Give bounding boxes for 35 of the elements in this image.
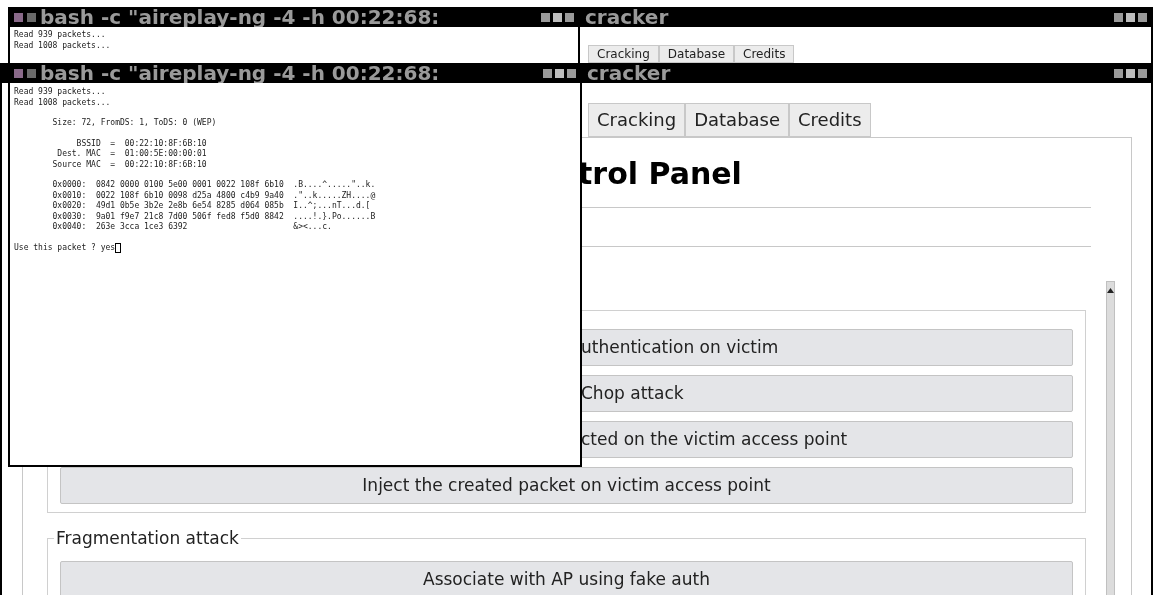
action-button[interactable]: Associate with AP using fake auth [60,561,1073,595]
action-button[interactable]: uthentication on victim [580,329,1073,366]
minimize-icon[interactable] [1114,12,1123,22]
terminal-output: BSSID = 00:22:10:8F:6B:10 Dest. MAC = 01:00:5E:00:00:01 Source MAC = 00:22:10:8F:6B:10 [51,138,207,170]
window-title: cracker [587,63,671,83]
tab[interactable]: Database [685,103,790,137]
maximize-icon[interactable] [1126,12,1135,22]
close-icon[interactable] [567,68,576,78]
maximize-icon[interactable] [553,12,562,22]
tab[interactable]: Database [658,45,735,63]
maximize-icon[interactable] [1126,68,1135,78]
scrollbar[interactable] [1106,281,1115,595]
minimize-icon[interactable] [1114,68,1123,78]
minimize-icon[interactable] [543,68,552,78]
panel-heading: trol Panel [578,156,742,191]
close-icon[interactable] [1138,68,1147,78]
window-title: cracker [585,7,669,27]
action-button[interactable]: Inject the created packet on victim access point [60,467,1073,504]
close-icon[interactable] [1138,12,1147,22]
tab[interactable]: Cracking [588,103,686,137]
action-button[interactable]: Chop attack [580,375,1073,412]
maximize-icon[interactable] [555,68,564,78]
action-button[interactable]: cted on the victim access point [580,421,1073,458]
terminal-output: Use this packet ? yes [14,242,116,253]
group-legend: Fragmentation attack [54,527,241,549]
terminal-output: Size: 72, FromDS: 1, ToDS: 0 (WEP) [51,118,217,129]
terminal-output: 0x0000: 0842 0000 0100 5e00 0001 0022 108f 6b10 .B....^....."..k. 0x0010: 0022 108f 6b10 0098 d25a 4800 c4b9 9a40 ."..k.....ZH....@ 0x0020: 49d1 0b5e 3b2e 2e8b 6e54 8285 d064 085b I..^;...nT...d.[ 0x0030: 9a01 f9e7 21c8 7d00 506f fed8 f5d0 8842 ....!.}.Po......B 0x0040: 263e 3cca 1ce3 6392 &><...c. [51,180,376,233]
tab[interactable]: Credits [734,45,795,63]
cursor-icon [115,242,122,253]
terminal-output: Read 939 packets... Read 1008 packets... [13,29,112,51]
minimize-icon[interactable] [541,12,550,22]
terminal-output: Read 939 packets... Read 1008 packets... [14,87,111,108]
tab[interactable]: Credits [789,103,871,137]
close-icon[interactable] [565,12,574,22]
tab[interactable]: Cracking [588,45,659,63]
